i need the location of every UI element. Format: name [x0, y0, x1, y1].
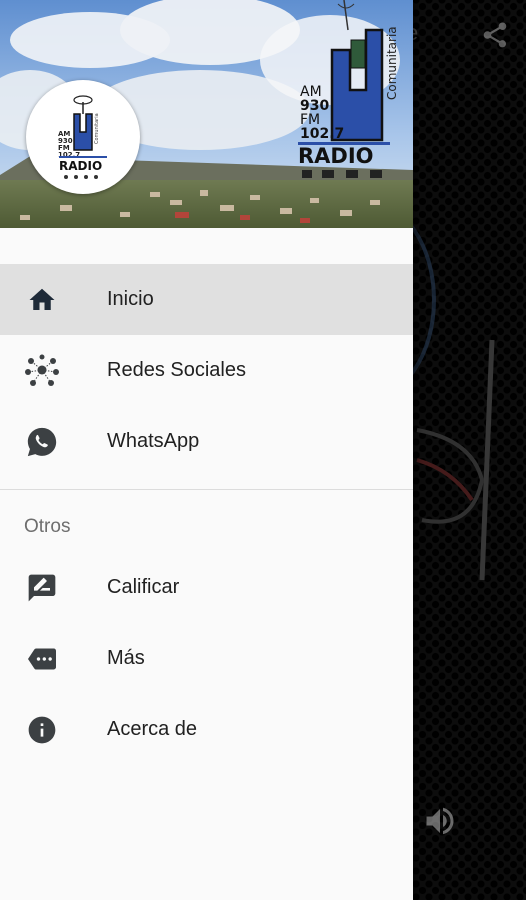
svg-text:102.7: 102.7 — [300, 126, 344, 142]
home-icon — [24, 282, 60, 318]
menu-item-inicio[interactable]: Inicio — [0, 264, 413, 335]
menu-item-label: Inicio — [107, 288, 154, 310]
menu-item-label: Más — [107, 647, 145, 669]
station-avatar-logo[interactable]: AM 930 FM 102.7 Comunitaria RADIO — [26, 80, 140, 194]
social-network-icon — [24, 353, 60, 389]
drawer-header: AM 930 FM 102.7 Comunitaria RADIO AM 930… — [0, 0, 413, 228]
menu-item-whatsapp[interactable]: WhatsApp — [0, 406, 413, 477]
whatsapp-icon — [24, 424, 60, 460]
svg-text:RADIO: RADIO — [59, 159, 102, 173]
share-icon[interactable] — [480, 20, 510, 50]
navigation-drawer: AM 930 FM 102.7 Comunitaria RADIO AM 930… — [0, 0, 413, 900]
menu-item-label: WhatsApp — [107, 430, 200, 452]
menu-item-mas[interactable]: Más — [0, 623, 413, 694]
svg-text:Comunitaria: Comunitaria — [94, 113, 100, 144]
svg-text:RADIO: RADIO — [298, 144, 374, 168]
svg-text:Comunitaria: Comunitaria — [385, 26, 399, 100]
info-icon — [24, 712, 60, 748]
station-logo: AM 930 FM 102.7 Comunitaria RADIO — [298, 0, 399, 178]
section-title-otros: Otros — [24, 516, 71, 537]
volume-icon[interactable] — [422, 803, 458, 839]
menu-item-label: Redes Sociales — [107, 359, 246, 381]
menu-item-acerca-de[interactable]: Acerca de — [0, 694, 413, 765]
drawer-menu: Inicio Redes Sociales WhatsApp Otros Cal… — [0, 264, 413, 765]
menu-item-label: Acerca de — [107, 718, 198, 740]
radio-logo-icon: AM 930 FM 102.7 Comunitaria RADIO — [58, 95, 107, 179]
menu-item-calificar[interactable]: Calificar — [0, 552, 413, 623]
more-icon — [24, 641, 60, 677]
menu-item-redes-sociales[interactable]: Redes Sociales — [0, 335, 413, 406]
menu-item-label: Calificar — [107, 576, 180, 598]
rate-review-icon — [24, 570, 60, 606]
